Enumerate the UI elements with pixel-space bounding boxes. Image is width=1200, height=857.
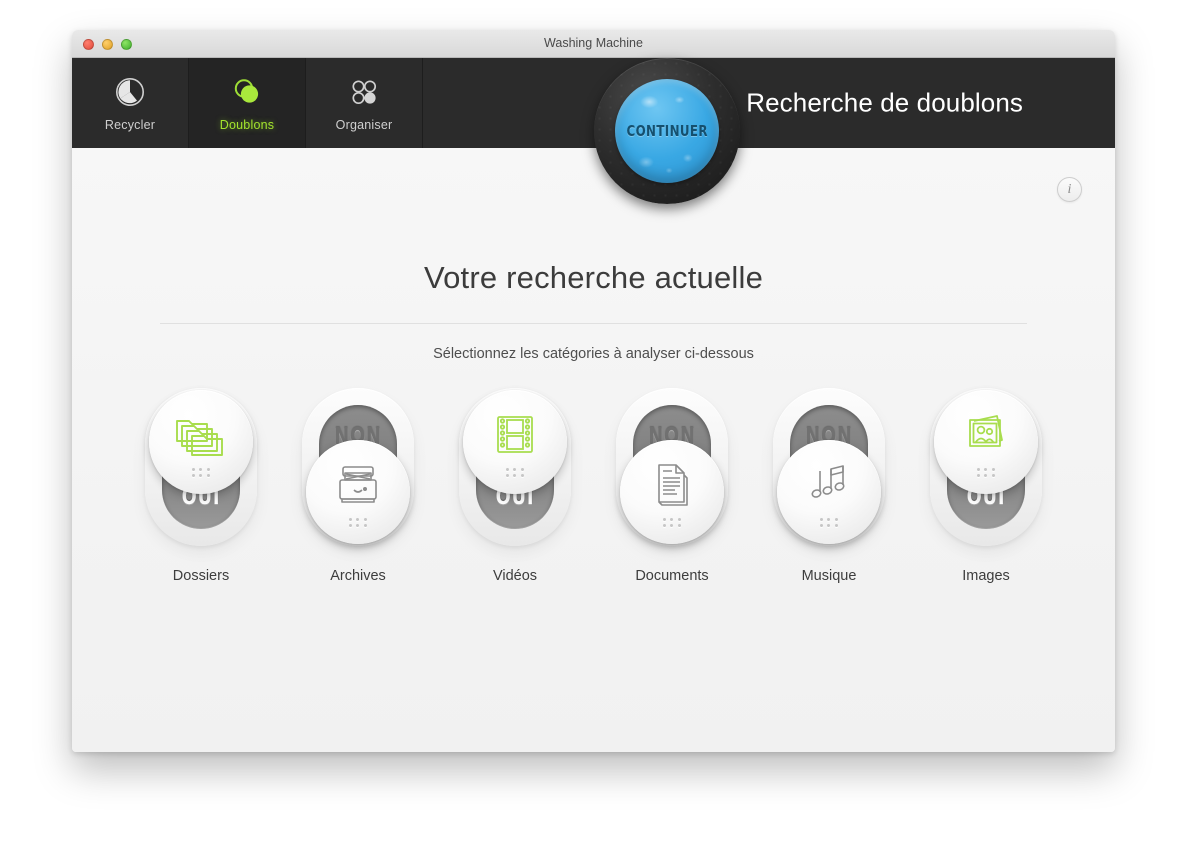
knob-grip [505,468,525,477]
photo-people-icon [957,409,1015,459]
category-label: Vidéos [492,568,538,584]
category-documents: NON Documents [594,388,751,584]
toolbar-item-label: Doublons [219,117,275,132]
section-divider [160,323,1027,324]
continue-button[interactable]: CONTINUER [615,79,719,183]
window-titlebar: Washing Machine [72,30,1115,58]
application-window: Washing Machine Recycler Doublons Organi… [72,30,1115,752]
duplicates-icon [230,75,264,109]
category-dossiers: OUI Dossiers [123,388,280,584]
info-icon-glyph: i [1067,181,1072,197]
toggle-knob[interactable] [306,440,410,544]
continue-button-label: CONTINUER [626,122,708,140]
knob-grip [348,518,368,527]
category-musique: NON Musique [751,388,908,584]
toolbar-item-label: Recycler [104,117,156,132]
toolbar-item-doublons[interactable]: Doublons [189,58,306,148]
window-title: Washing Machine [544,36,643,50]
category-label: Images [962,568,1010,584]
music-notes-icon [800,459,858,509]
category-videos: OUI Vidéos [437,388,594,584]
toolbar-item-organiser[interactable]: Organiser [306,58,423,148]
knob-grip [191,468,211,477]
knob-grip [819,518,839,527]
document-icon [643,459,701,509]
page-title: Recherche de doublons [746,87,1023,118]
toggle-knob[interactable] [149,390,253,494]
toolbar-item-label: Organiser [335,117,393,132]
category-archives: NON Archives [280,388,437,584]
subtitle: Sélectionnez les catégories à analyser c… [433,346,754,362]
category-label: Documents [635,568,709,584]
category-images: OUI Images [908,388,1065,584]
category-toggle-row: OUI Dossiers NON Archives OUI Vidéos NON… [72,388,1115,584]
toggle-switch-archives[interactable]: NON [302,388,414,546]
toggle-switch-videos[interactable]: OUI [459,388,571,546]
toolbar-item-recycler[interactable]: Recycler [72,58,189,148]
toggle-switch-documents[interactable]: NON [616,388,728,546]
category-label: Archives [330,568,386,584]
toggle-switch-musique[interactable]: NON [773,388,885,546]
toggle-switch-dossiers[interactable]: OUI [145,388,257,546]
toggle-switch-images[interactable]: OUI [930,388,1042,546]
toggle-knob[interactable] [620,440,724,544]
organize-dots-icon [347,75,381,109]
clock-icon [113,75,147,109]
film-strip-icon [486,409,544,459]
content-area: i Votre recherche actuelle Sélectionnez … [72,148,1115,752]
info-icon[interactable]: i [1057,177,1082,202]
toggle-knob[interactable] [934,390,1038,494]
category-label: Musique [801,568,857,584]
category-label: Dossiers [172,568,230,584]
archive-box-icon [329,459,387,509]
continue-knob[interactable]: CONTINUER [594,58,740,204]
headline: Votre recherche actuelle [423,260,764,295]
toggle-knob[interactable] [777,440,881,544]
toggle-knob[interactable] [463,390,567,494]
knob-grip [976,468,996,477]
folders-icon [172,409,230,459]
knob-grip [662,518,682,527]
